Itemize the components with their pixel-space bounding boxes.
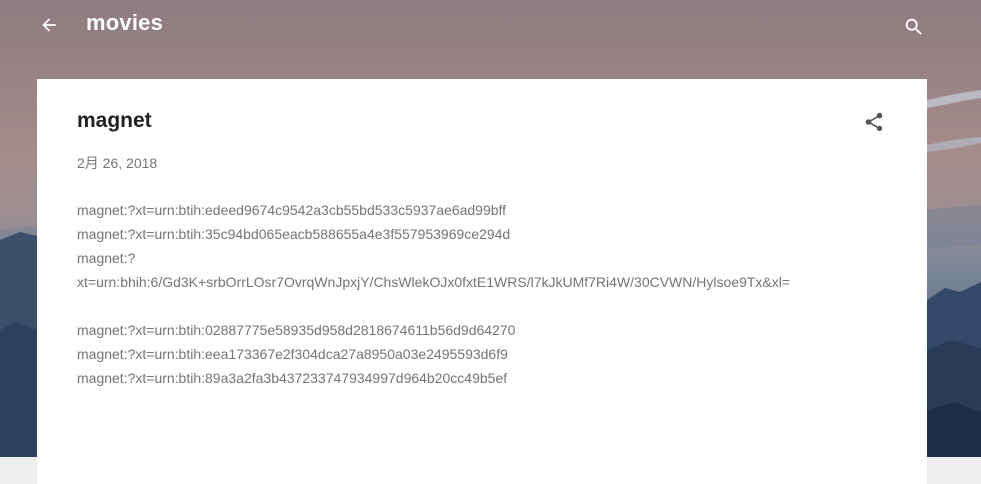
back-button[interactable]	[36, 12, 62, 38]
search-icon	[905, 18, 922, 35]
post-card: magnet 2月 26, 2018 magnet:?xt=urn:btih:e…	[37, 79, 927, 484]
share-icon	[865, 112, 883, 132]
magnet-line: magnet:?xt=urn:btih:89a3a2fa3b4372337479…	[77, 370, 508, 386]
post-body: magnet:?xt=urn:btih:edeed9674c9542a3cb55…	[77, 198, 897, 390]
share-button[interactable]	[861, 109, 887, 135]
magnet-line: xt=urn:bhih:6/Gd3K+srbOrrLOsr7OvrqWnJpxj…	[77, 274, 791, 290]
arrow-left-icon	[42, 18, 56, 32]
post-date: 2月 26, 2018	[77, 155, 158, 171]
magnet-line: magnet:?xt=urn:btih:eea173367e2f304dca27…	[77, 346, 508, 362]
post-title[interactable]: magnet	[77, 109, 152, 133]
magnet-line: magnet:?xt=urn:btih:35c94bd065eacb588655…	[77, 226, 511, 242]
magnet-line: magnet:?xt=urn:btih:02887775e58935d958d2…	[77, 322, 516, 338]
magnet-line: magnet:?xt=urn:btih:edeed9674c9542a3cb55…	[77, 202, 507, 218]
magnet-line: magnet:?	[77, 250, 136, 266]
blog-title[interactable]: movies	[86, 10, 163, 36]
search-button[interactable]	[901, 14, 927, 40]
